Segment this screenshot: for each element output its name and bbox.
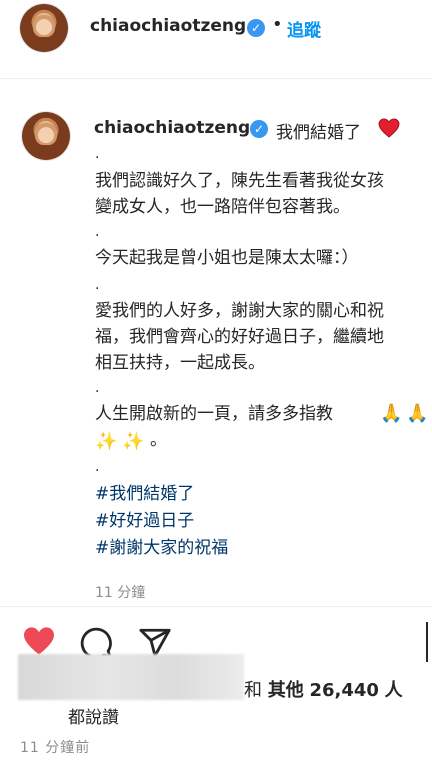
- profile-avatar[interactable]: [20, 4, 68, 52]
- hashtag-link[interactable]: #謝謝大家的祝福: [95, 537, 228, 559]
- likes-others-label: 其他: [267, 680, 304, 701]
- caption-username[interactable]: chiaochiaotzeng: [94, 118, 250, 138]
- caption-dot: .: [95, 146, 100, 162]
- caption-line: 福，我們會齊心的好好過日子，繼續地: [95, 327, 384, 347]
- post-timestamp[interactable]: 11 分鐘前: [20, 737, 90, 757]
- caption-line: 相互扶持，一起成長。: [95, 353, 265, 373]
- caption-dot: .: [95, 277, 100, 293]
- caption-line: 我們認識好久了，陳先生看著我從女孩: [95, 171, 384, 191]
- caption-line: 今天起我是曾小姐也是陳太太囉：）: [95, 248, 359, 268]
- heart-emoji-icon: [378, 118, 400, 138]
- likes-count: 26,440: [309, 680, 379, 701]
- header-username[interactable]: chiaochiaotzeng: [90, 16, 246, 36]
- caption-line: 人生開啟新的一頁，請多多指教: [95, 404, 333, 424]
- likes-suffix: 都說讚: [68, 708, 119, 728]
- likes-unit: 人: [384, 680, 403, 701]
- save-bookmark-icon[interactable]: [426, 622, 428, 662]
- caption-dot: .: [95, 380, 100, 396]
- caption-dot: .: [95, 224, 100, 240]
- post-header: chiaochiaotzeng ✓ • 追蹤: [0, 0, 432, 79]
- hashtag-link[interactable]: #好好過日子: [95, 510, 194, 532]
- caption-timestamp: 11 分鐘: [95, 585, 146, 601]
- sparkles-icon: ✨: [95, 431, 118, 452]
- caption-line: 愛我們的人好多，謝謝大家的關心和祝: [95, 301, 384, 321]
- sparkles-icon: ✨: [122, 431, 145, 452]
- separator-dot: •: [272, 14, 283, 35]
- hashtag-link[interactable]: #我們結婚了: [95, 483, 194, 505]
- follow-button[interactable]: 追蹤: [287, 16, 321, 41]
- caption-period: 。: [150, 430, 167, 450]
- likes-summary[interactable]: 和 其他 26,440 人: [244, 676, 403, 702]
- caption-title: 我們結婚了: [276, 123, 361, 143]
- like-heart-icon[interactable]: [22, 626, 56, 656]
- verified-badge-icon: ✓: [250, 120, 268, 138]
- verified-badge-icon: ✓: [247, 19, 265, 37]
- section-divider: [0, 606, 432, 607]
- caption-dot: .: [95, 459, 100, 475]
- folded-hands-icon: 🙏: [380, 403, 403, 424]
- caption-avatar[interactable]: [22, 112, 70, 160]
- folded-hands-icon: 🙏: [406, 403, 429, 424]
- caption-line: 變成女人，也一路陪伴包容著我。: [95, 197, 350, 217]
- likes-connector: 和: [244, 680, 262, 701]
- blurred-likers: [18, 654, 244, 700]
